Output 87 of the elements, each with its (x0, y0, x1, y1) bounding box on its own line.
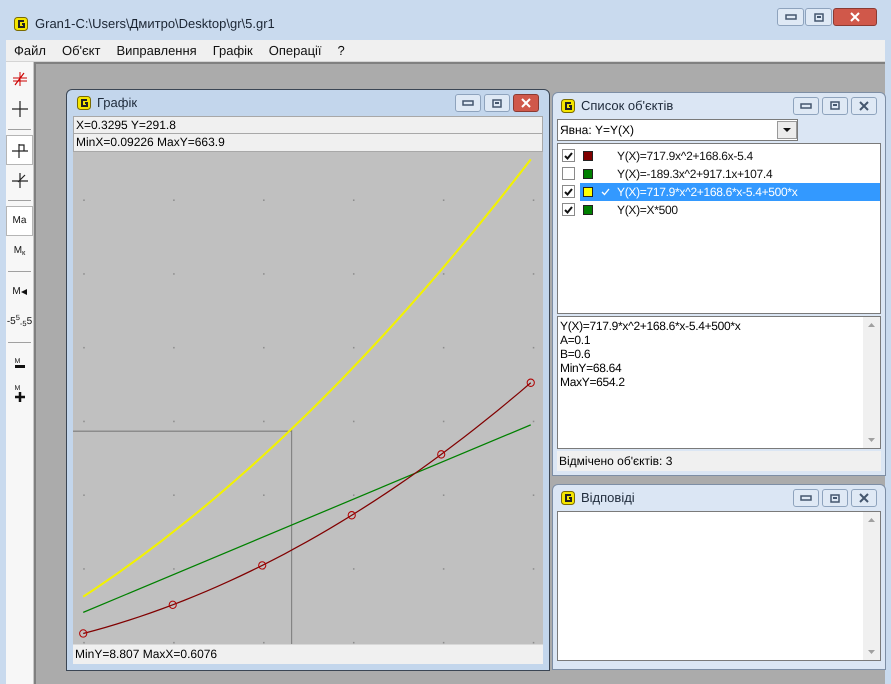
crosshair-icon (12, 172, 28, 188)
app-logo-icon (561, 98, 575, 113)
scrollbar[interactable] (863, 512, 880, 660)
details-line: A=0.1 (560, 332, 592, 347)
formula-text: Y(X)=717.9*x^2+168.6*x-5.4+500*x (617, 184, 798, 201)
toolbar-button[interactable] (6, 135, 33, 165)
minimize-button[interactable] (793, 96, 819, 115)
scroll-down-icon (868, 650, 875, 654)
toolbar-button[interactable]: Ma (6, 206, 33, 236)
menu-item[interactable]: Графік (206, 40, 259, 60)
maximize-icon (492, 98, 502, 108)
close-icon (858, 100, 870, 111)
menu-item[interactable]: Виправлення (110, 40, 203, 60)
window-title: Gran1-C:\Users\Дмитро\Desktop\gr\5.gr1 (35, 15, 276, 34)
minimize-icon (800, 495, 812, 501)
minimize-icon (784, 14, 796, 20)
maximize-button[interactable] (822, 489, 848, 507)
range-status: MinX=0.09226 MaxY=663.9 (73, 134, 543, 152)
data-point-marker (258, 561, 266, 570)
menu-item[interactable]: Файл (8, 40, 52, 60)
details-line: MaxY=654.2 (560, 374, 626, 389)
details-line: Y(X)=717.9*x^2+168.6*x-5.4+500*x (560, 318, 742, 333)
close-button[interactable] (833, 8, 877, 26)
left-arrow-icon (20, 289, 27, 295)
checkbox[interactable] (562, 149, 575, 162)
data-point-marker (79, 629, 88, 638)
data-point-marker (437, 450, 446, 459)
check-icon (564, 188, 573, 196)
checkbox[interactable] (562, 185, 575, 198)
object-row[interactable]: Y(X)=717.9x^2+168.6x-5.4 (558, 146, 880, 165)
close-icon (849, 12, 861, 22)
scroll-up-icon (868, 518, 875, 522)
plus-icon (12, 101, 28, 117)
menu-item[interactable]: Операції (262, 40, 328, 60)
maximize-button[interactable] (805, 8, 832, 26)
menu-item[interactable]: Об'єкт (56, 40, 106, 60)
details-line: MinY=68.64 (560, 360, 622, 375)
close-button[interactable] (851, 96, 877, 115)
data-point-marker (526, 378, 535, 387)
window-title: Графік (97, 94, 138, 112)
minimize-button[interactable] (777, 8, 804, 26)
minimize-icon (462, 100, 474, 106)
object-row[interactable]: Y(X)=-189.3x^2+917.1x+107.4 (558, 164, 880, 183)
close-icon (520, 98, 532, 108)
details-line: B=0.6 (560, 346, 592, 361)
formula-text: Y(X)=X*500 (617, 202, 678, 219)
maximize-button[interactable] (822, 96, 848, 115)
scrollbar[interactable] (863, 316, 880, 448)
scroll-up-icon (868, 322, 875, 327)
crosshair-icon (12, 71, 28, 87)
type-dropdown[interactable]: Явна: Y=Y(X) (557, 118, 798, 141)
window-title: Список об'єктів (581, 97, 674, 116)
object-row[interactable]: Y(X)=X*500 (558, 200, 880, 219)
check-icon (564, 152, 573, 160)
check-icon (564, 206, 573, 214)
cursor-coordinates: X=0.3295 Y=291.8 (73, 116, 543, 134)
range-status: MinY=8.807 MaxX=0.6076 (73, 644, 543, 664)
minus-icon (14, 365, 24, 368)
formula-text: Y(X)=-189.3x^2+917.1x+107.4 (617, 166, 772, 183)
formula-text: Y(X)=717.9x^2+168.6x-5.4 (617, 148, 753, 165)
app-logo-icon (561, 491, 575, 505)
close-button[interactable] (851, 489, 877, 507)
data-point-marker (168, 600, 177, 610)
scroll-down-icon (868, 438, 875, 442)
minimize-icon (800, 102, 812, 109)
minimize-button[interactable] (793, 489, 819, 507)
close-button[interactable] (513, 94, 539, 112)
minimize-button[interactable] (455, 94, 481, 112)
maximize-icon (814, 12, 824, 22)
data-point-marker (348, 511, 356, 520)
maximize-button[interactable] (484, 94, 510, 112)
checkmark-icon (600, 188, 610, 196)
menu-item[interactable]: ? (332, 40, 351, 60)
maximize-icon (830, 494, 840, 502)
crosshair-icon (12, 142, 28, 158)
maximize-icon (830, 101, 840, 110)
app-logo-icon (14, 17, 28, 31)
toolbar-button[interactable]: M (6, 277, 33, 307)
window-title: Відповіді (581, 489, 636, 508)
status-bar: Відмічено об'єктів: 3 (557, 451, 881, 472)
toolbar-button[interactable]: M$_{к}$ (6, 236, 33, 266)
checkbox[interactable] (562, 203, 575, 216)
close-icon (858, 493, 870, 503)
checkbox[interactable] (562, 167, 575, 180)
app-logo-icon (77, 96, 91, 110)
plus-icon (14, 392, 24, 402)
toolbar-button[interactable]: -5$^{5}$$_{-5}$5 (6, 307, 33, 337)
